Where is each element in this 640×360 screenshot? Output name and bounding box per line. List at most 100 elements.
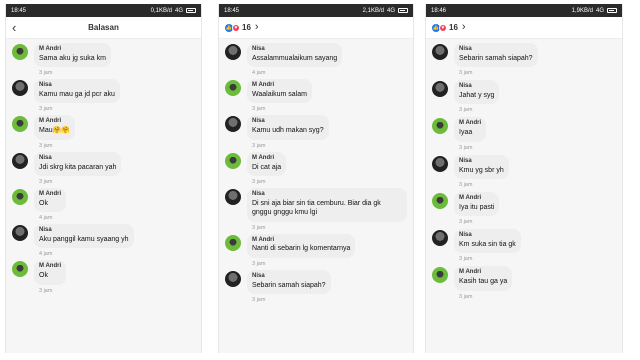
- avatar[interactable]: [12, 261, 28, 278]
- sender-name[interactable]: Nisa: [252, 46, 337, 54]
- comment-bubble[interactable]: M Andri Ok: [34, 187, 67, 213]
- sender-name[interactable]: M Andri: [459, 195, 494, 203]
- sender-name[interactable]: M Andri: [39, 191, 61, 199]
- sender-name[interactable]: Nisa: [252, 118, 324, 126]
- avatar[interactable]: [432, 81, 448, 98]
- comment-item: M Andri Iya itu pasti 3 jam: [432, 191, 616, 225]
- comment-text: Kmu yg sbr yh: [459, 166, 504, 174]
- comment-item: M Andri Ok 3 jam: [12, 260, 195, 294]
- screenshot-collage: 18:45 0,1KB/d 4G ‹ Balasan M Andri Sama …: [0, 0, 640, 360]
- network-speed: 1,9KB/d: [571, 7, 593, 14]
- comment-bubble[interactable]: M Andri Iyaa: [454, 117, 487, 142]
- comment-time: 3 jam: [459, 293, 473, 300]
- avatar[interactable]: [225, 234, 241, 251]
- avatar[interactable]: [12, 152, 28, 169]
- comment-bubble[interactable]: M Andri Sama aku jg suka km: [34, 43, 111, 68]
- comment-bubble[interactable]: Nisa Kamu udh makan syg?: [247, 115, 329, 140]
- sender-name[interactable]: Nisa: [459, 46, 533, 54]
- comment-bubble[interactable]: Nisa Km suka sin tia gk: [454, 229, 521, 254]
- sender-name[interactable]: M Andri: [459, 120, 481, 128]
- comment-bubble[interactable]: M Andri Waalaikum salam: [247, 79, 312, 104]
- reaction-summary[interactable]: 👍 ♥ 16: [432, 23, 458, 32]
- chevron-right-icon[interactable]: ›: [462, 22, 466, 33]
- comment-text: Kamu mau ga jd pcr aku: [39, 91, 115, 99]
- comment-bubble[interactable]: M Andri Iya itu pasti: [454, 191, 500, 217]
- comment-bubble[interactable]: Nisa Jdi skrg kita pacaran yah: [34, 151, 122, 176]
- avatar[interactable]: [12, 44, 28, 60]
- avatar[interactable]: [225, 188, 241, 205]
- sender-name[interactable]: M Andri: [252, 155, 281, 163]
- avatar[interactable]: [12, 116, 28, 133]
- comment-bubble[interactable]: Nisa Kmu yg sbr yh: [454, 154, 509, 179]
- avatar[interactable]: [225, 44, 241, 60]
- comment-text: Sebarin samah siapah?: [459, 54, 533, 62]
- comment-bubble[interactable]: Nisa Assalammualaikum sayang: [247, 43, 343, 68]
- chevron-right-icon[interactable]: ›: [255, 22, 259, 33]
- comment-bubble[interactable]: Nisa Di sni aja biar sin tia cemburu. Bi…: [247, 187, 407, 222]
- sender-name[interactable]: Nisa: [252, 273, 326, 281]
- sender-name[interactable]: Nisa: [459, 158, 504, 166]
- avatar[interactable]: [225, 116, 241, 133]
- comment-bubble[interactable]: M Andri Kasih tau ga ya: [454, 266, 513, 291]
- comment-bubble[interactable]: Nisa Aku panggil kamu syaang yh: [34, 224, 134, 249]
- comment-time: 3 jam: [252, 142, 266, 149]
- comment-text: Waalaikum salam: [252, 91, 307, 99]
- comment-bubble[interactable]: M Andri Ok: [34, 260, 67, 285]
- comment-text: Kamu udh makan syg?: [252, 127, 324, 135]
- sender-name[interactable]: Nisa: [39, 82, 115, 90]
- avatar[interactable]: [432, 230, 448, 247]
- comment-time: 3 jam: [459, 181, 473, 188]
- sender-name[interactable]: M Andri: [39, 118, 70, 126]
- sender-name[interactable]: M Andri: [39, 263, 61, 271]
- comment-item: M Andri Sama aku jg suka km 3 jam: [12, 43, 195, 76]
- sender-name[interactable]: M Andri: [39, 46, 106, 54]
- comment-item: Nisa Sebarin samah siapah? 3 jam: [432, 43, 616, 76]
- avatar[interactable]: [12, 225, 28, 242]
- comment-text: Iya itu pasti: [459, 203, 495, 211]
- comment-bubble[interactable]: Nisa Kamu mau ga jd pcr aku: [34, 79, 120, 104]
- avatar[interactable]: [12, 80, 28, 97]
- comment-text: Di cat aja: [252, 163, 282, 171]
- sender-name[interactable]: Nisa: [39, 227, 129, 235]
- comment-item: Nisa Jdi skrg kita pacaran yah 3 jam: [12, 151, 195, 185]
- status-time: 18:45: [11, 7, 27, 14]
- sender-name[interactable]: Nisa: [252, 191, 402, 199]
- comment-text: Jdi skrg kita pacaran yah: [39, 163, 117, 171]
- comment-time: 3 jam: [39, 142, 53, 149]
- comment-bubble[interactable]: Nisa Sebarin samah siapah?: [454, 43, 538, 68]
- avatar[interactable]: [432, 118, 448, 135]
- avatar[interactable]: [432, 44, 448, 60]
- comment-text: Iyaa: [459, 129, 473, 137]
- avatar[interactable]: [225, 152, 241, 169]
- avatar[interactable]: [225, 270, 241, 287]
- avatar[interactable]: [225, 80, 241, 97]
- avatar[interactable]: [432, 192, 448, 209]
- sender-name[interactable]: M Andri: [252, 82, 307, 90]
- reaction-count: 16: [449, 23, 458, 32]
- comment-text: Jahat y syg: [459, 92, 495, 100]
- avatar[interactable]: [432, 267, 448, 284]
- comment-item: Nisa Kamu mau ga jd pcr aku 3 jam: [12, 79, 195, 112]
- comment-bubble[interactable]: M Andri Mau🤗🤗: [34, 115, 76, 140]
- sender-name[interactable]: Nisa: [459, 232, 516, 240]
- back-arrow-icon[interactable]: ‹: [12, 21, 26, 34]
- status-bar: 18:45 0,1KB/d 4G: [6, 4, 201, 17]
- comment-bubble[interactable]: Nisa Sebarin samah siapah?: [247, 269, 331, 295]
- comment-bubble[interactable]: M Andri Di cat aja: [247, 151, 287, 176]
- sender-name[interactable]: Nisa: [39, 155, 116, 163]
- sender-name[interactable]: M Andri: [459, 269, 507, 277]
- comment-item: M Andri Nanti di sebarin lg komentarnya …: [225, 233, 407, 267]
- heart-icon: ♥: [439, 23, 447, 32]
- reaction-summary[interactable]: 👍 ♥ 16: [225, 23, 251, 32]
- battery-icon: [186, 8, 196, 13]
- avatar[interactable]: [432, 155, 448, 172]
- avatar[interactable]: [12, 188, 28, 205]
- sender-name[interactable]: M Andri: [252, 237, 350, 245]
- sender-name[interactable]: Nisa: [459, 83, 494, 91]
- comment-bubble[interactable]: M Andri Nanti di sebarin lg komentarnya: [247, 233, 356, 258]
- comment-item: M Andri Kasih tau ga ya 3 jam: [432, 266, 616, 300]
- comment-item: Nisa Di sni aja biar sin tia cemburu. Bi…: [225, 187, 407, 231]
- comment-bubble[interactable]: Nisa Jahat y syg: [454, 80, 500, 105]
- comment-time: 3 jam: [39, 70, 53, 77]
- comment-item: M Andri Di cat aja 3 jam: [225, 151, 407, 185]
